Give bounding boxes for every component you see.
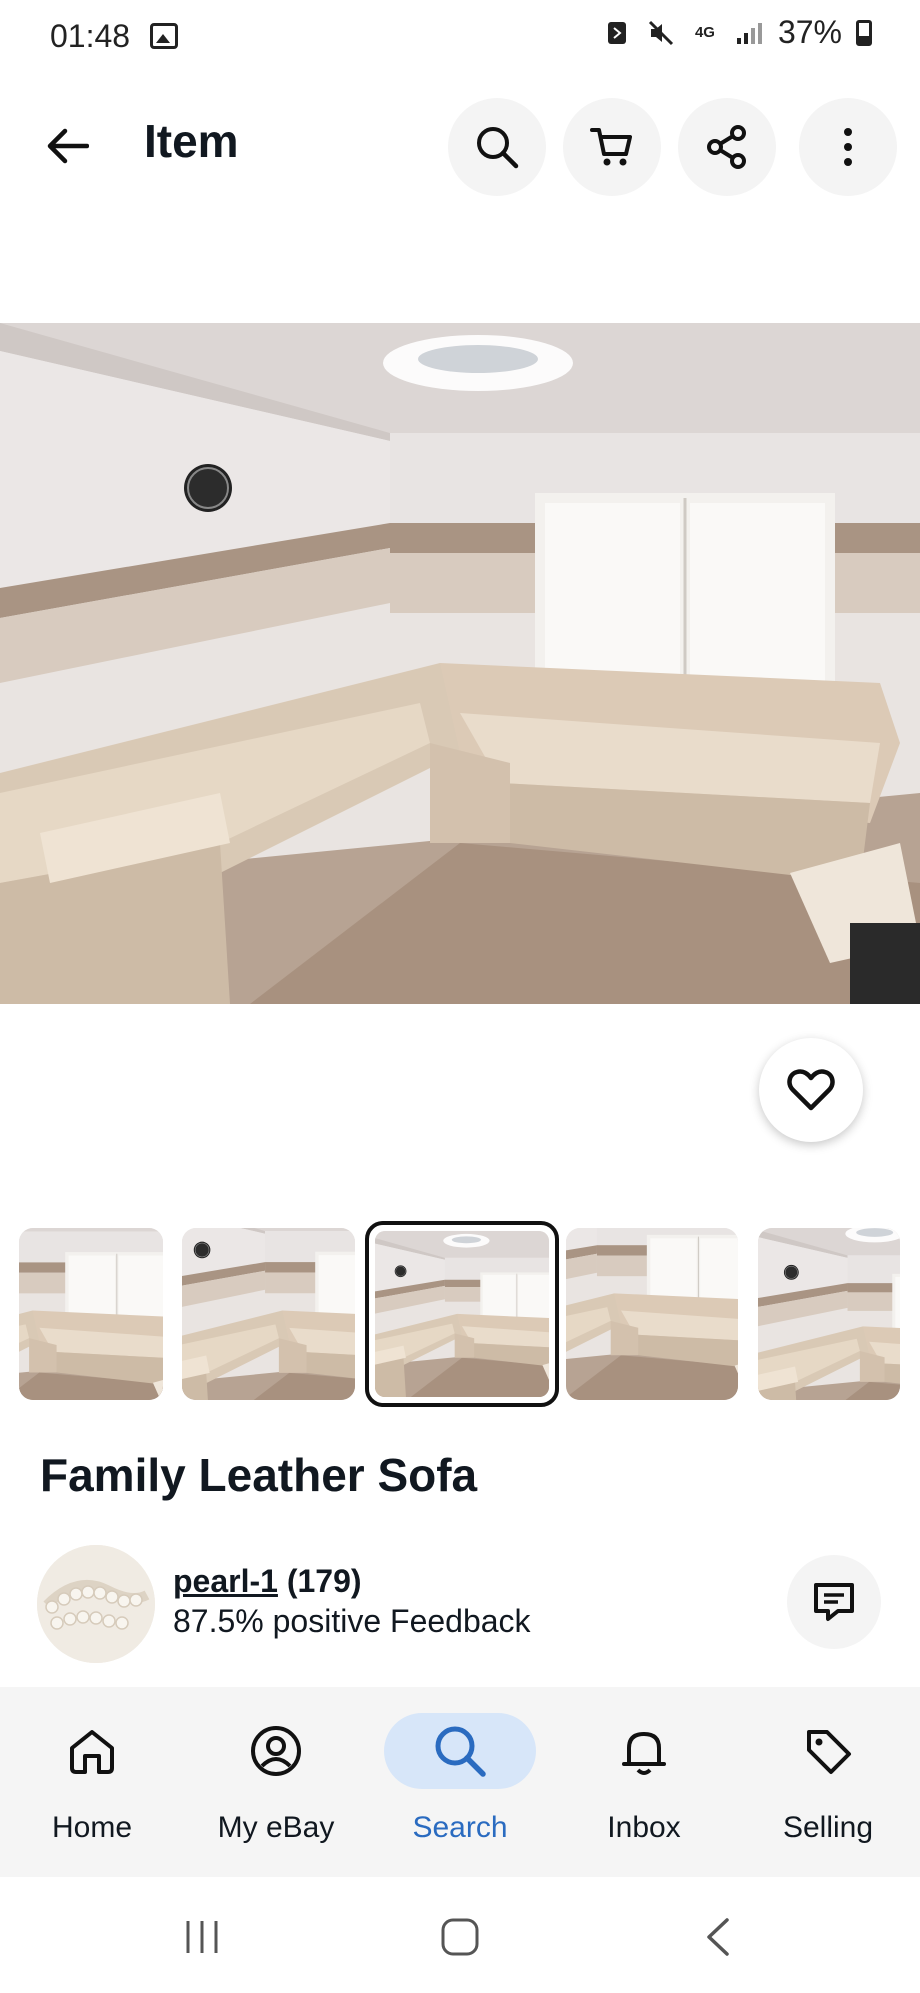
- tag-icon: [807, 1730, 851, 1774]
- nav-search-label: Search: [412, 1811, 508, 1844]
- gallery-notification-icon: [150, 23, 179, 49]
- thumbnail-1[interactable]: [19, 1228, 163, 1400]
- seller-info: pearl-1 (179): [173, 1563, 362, 1600]
- thumbnail-3-selected[interactable]: [365, 1221, 559, 1407]
- bell-icon: [622, 1732, 666, 1775]
- network-4g-icon: 4G: [690, 18, 720, 48]
- seller-name-link[interactable]: pearl-1: [173, 1563, 278, 1599]
- nav-home-label: Home: [51, 1811, 133, 1844]
- thumbnail-strip: [0, 1220, 920, 1410]
- status-time: 01:48: [50, 17, 131, 54]
- page-title: Item: [144, 115, 239, 167]
- system-navigation-bar: [0, 1877, 920, 1993]
- battery-saver-icon: [602, 18, 632, 48]
- nav-my-ebay[interactable]: My eBay: [184, 1687, 368, 1877]
- thumbnail-4[interactable]: [566, 1228, 738, 1400]
- status-bar: 01:48 4G 37%: [0, 0, 920, 72]
- item-title: Family Leather Sofa: [40, 1449, 478, 1501]
- signal-icon: [734, 18, 764, 48]
- share-button[interactable]: [678, 98, 776, 196]
- recent-apps-icon: [186, 1921, 218, 1953]
- thumbnail-2[interactable]: [182, 1228, 355, 1400]
- nav-selling[interactable]: Selling: [736, 1687, 920, 1877]
- arrow-left-icon: [47, 128, 89, 164]
- chevron-left-icon: [707, 1918, 729, 1956]
- network-label: 4G: [694, 23, 715, 41]
- cart-icon: [590, 128, 632, 166]
- search-button[interactable]: [448, 98, 546, 196]
- more-options-button[interactable]: [799, 98, 897, 196]
- nav-search[interactable]: Search: [368, 1687, 552, 1877]
- search-icon: [477, 127, 519, 169]
- nav-inbox-label: Inbox: [607, 1811, 681, 1844]
- seller-avatar[interactable]: [37, 1545, 155, 1663]
- nav-home[interactable]: Home: [0, 1687, 184, 1877]
- account-icon: [251, 1726, 301, 1776]
- mute-icon: [646, 18, 676, 48]
- status-indicators: 4G 37%: [602, 14, 872, 51]
- watch-button[interactable]: [759, 1038, 863, 1142]
- cart-button[interactable]: [563, 98, 661, 196]
- seller-feedback-percent: 87.5% positive Feedback: [173, 1603, 531, 1639]
- search-icon: [435, 1726, 486, 1777]
- seller-feedback-count: (179): [286, 1563, 362, 1599]
- home-system-button[interactable]: [420, 1907, 500, 1967]
- message-icon: [814, 1583, 854, 1621]
- recent-apps-button[interactable]: [162, 1907, 242, 1967]
- home-icon: [70, 1730, 114, 1774]
- back-system-button[interactable]: [678, 1907, 758, 1967]
- item-main-image[interactable]: [0, 323, 920, 1004]
- bottom-navigation: Home My eBay Search Inbox Selling: [0, 1687, 920, 1877]
- more-vertical-icon: [844, 128, 852, 166]
- nav-selling-label: Selling: [782, 1811, 874, 1844]
- thumbnail-5[interactable]: [758, 1228, 900, 1400]
- back-button[interactable]: [32, 116, 102, 176]
- heart-icon: [787, 1069, 835, 1111]
- home-square-icon: [441, 1918, 479, 1956]
- nav-inbox[interactable]: Inbox: [552, 1687, 736, 1877]
- battery-icon: [856, 19, 872, 46]
- nav-my-ebay-label: My eBay: [217, 1811, 335, 1844]
- app-bar: Item: [0, 90, 920, 200]
- battery-percent: 37%: [777, 14, 842, 50]
- share-icon: [707, 125, 746, 169]
- contact-seller-button[interactable]: [787, 1555, 881, 1649]
